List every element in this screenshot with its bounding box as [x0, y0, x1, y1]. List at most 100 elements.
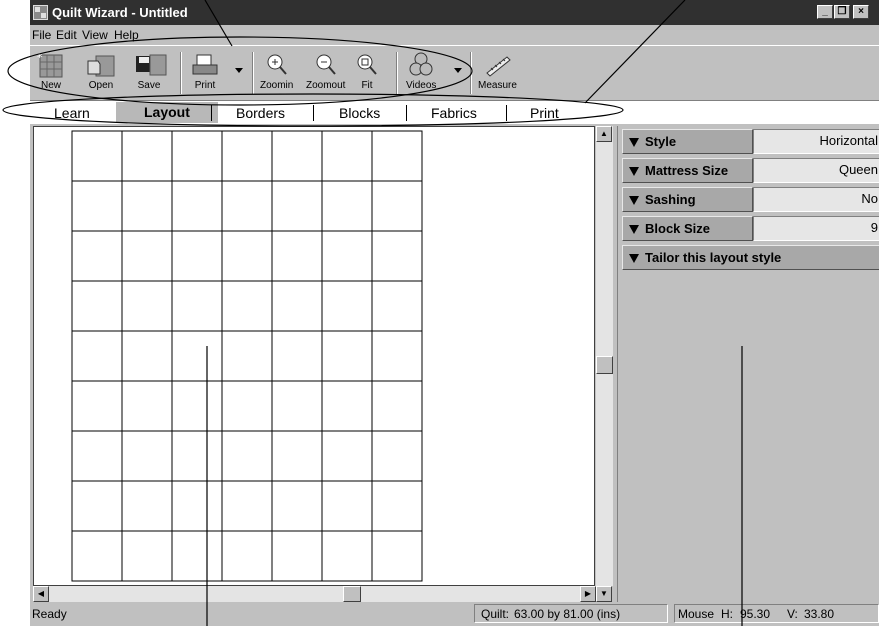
- quilt-block[interactable]: [371, 130, 423, 182]
- quilt-block[interactable]: [171, 280, 223, 332]
- quilt-block[interactable]: [121, 280, 173, 332]
- mattress-size-value[interactable]: Queen: [753, 158, 879, 183]
- quilt-block[interactable]: [121, 430, 173, 482]
- quilt-block[interactable]: [221, 480, 273, 532]
- quilt-block[interactable]: [221, 180, 273, 232]
- quilt-block[interactable]: [371, 330, 423, 382]
- property-mattress-size[interactable]: Mattress Size: [622, 158, 753, 183]
- quilt-block[interactable]: [321, 330, 373, 382]
- close-button[interactable]: ×: [853, 5, 869, 19]
- minimize-button[interactable]: _: [817, 5, 833, 19]
- quilt-block[interactable]: [221, 530, 273, 582]
- scroll-down-arrow-icon[interactable]: ▼: [596, 586, 612, 602]
- quilt-block[interactable]: [121, 330, 173, 382]
- quilt-block[interactable]: [71, 130, 123, 182]
- quilt-block[interactable]: [371, 230, 423, 282]
- quilt-block[interactable]: [271, 280, 323, 332]
- quilt-block[interactable]: [121, 380, 173, 432]
- quilt-block[interactable]: [171, 180, 223, 232]
- menu-file[interactable]: File: [32, 28, 51, 42]
- horizontal-scrollbar[interactable]: ◀ ▶: [33, 586, 596, 602]
- quilt-block[interactable]: [71, 430, 123, 482]
- quilt-block[interactable]: [221, 130, 273, 182]
- quilt-block[interactable]: [321, 130, 373, 182]
- quilt-block[interactable]: [321, 380, 373, 432]
- save-button[interactable]: Save: [134, 51, 167, 91]
- quilt-block[interactable]: [221, 280, 273, 332]
- quilt-block[interactable]: [171, 330, 223, 382]
- quilt-block[interactable]: [221, 230, 273, 282]
- quilt-block[interactable]: [71, 480, 123, 532]
- quilt-block[interactable]: [171, 430, 223, 482]
- tab-fabrics[interactable]: Fabrics: [431, 105, 477, 121]
- property-block-size[interactable]: Block Size: [622, 216, 753, 241]
- tab-layout[interactable]: Layout: [116, 102, 218, 123]
- videos-button[interactable]: Videos: [406, 51, 436, 91]
- quilt-block[interactable]: [221, 430, 273, 482]
- quilt-canvas[interactable]: [33, 126, 595, 586]
- videos-dropdown-arrow-icon[interactable]: [454, 68, 462, 73]
- quilt-block[interactable]: [121, 130, 173, 182]
- open-button[interactable]: Open: [86, 51, 116, 91]
- quilt-block[interactable]: [271, 530, 323, 582]
- style-value[interactable]: Horizontal: [753, 129, 879, 154]
- quilt-block[interactable]: [121, 230, 173, 282]
- tab-borders[interactable]: Borders: [236, 105, 285, 121]
- quilt-block[interactable]: [321, 280, 373, 332]
- zoomout-button[interactable]: Zoomout: [306, 51, 345, 91]
- tab-print[interactable]: Print: [530, 105, 559, 121]
- quilt-block[interactable]: [371, 430, 423, 482]
- quilt-block[interactable]: [271, 230, 323, 282]
- block-size-value[interactable]: 9: [753, 216, 879, 241]
- quilt-block[interactable]: [321, 230, 373, 282]
- menu-help[interactable]: Help: [114, 28, 139, 42]
- quilt-block[interactable]: [271, 180, 323, 232]
- print-dropdown-arrow-icon[interactable]: [235, 68, 243, 73]
- quilt-block[interactable]: [321, 530, 373, 582]
- quilt-block[interactable]: [121, 180, 173, 232]
- sashing-value[interactable]: No: [753, 187, 879, 212]
- property-style[interactable]: Style: [622, 129, 753, 154]
- quilt-block[interactable]: [71, 180, 123, 232]
- quilt-block[interactable]: [71, 280, 123, 332]
- menu-view[interactable]: View: [82, 28, 108, 42]
- menu-edit[interactable]: Edit: [56, 28, 77, 42]
- property-sashing[interactable]: Sashing: [622, 187, 753, 212]
- quilt-block[interactable]: [171, 130, 223, 182]
- quilt-block[interactable]: [221, 330, 273, 382]
- print-button[interactable]: Print: [190, 51, 220, 91]
- quilt-block[interactable]: [121, 480, 173, 532]
- restore-button[interactable]: ❐: [834, 5, 850, 19]
- quilt-block[interactable]: [271, 380, 323, 432]
- horizontal-scroll-thumb[interactable]: [343, 586, 361, 602]
- scroll-up-arrow-icon[interactable]: ▲: [596, 126, 612, 142]
- quilt-block[interactable]: [271, 330, 323, 382]
- quilt-block[interactable]: [121, 530, 173, 582]
- quilt-block[interactable]: [371, 380, 423, 432]
- scroll-left-arrow-icon[interactable]: ◀: [33, 586, 49, 602]
- quilt-block[interactable]: [71, 330, 123, 382]
- quilt-block[interactable]: [221, 380, 273, 432]
- fit-button[interactable]: Fit: [352, 51, 382, 91]
- quilt-block[interactable]: [321, 480, 373, 532]
- quilt-block[interactable]: [171, 230, 223, 282]
- quilt-block[interactable]: [171, 480, 223, 532]
- new-button[interactable]: * New: [36, 51, 66, 91]
- quilt-block[interactable]: [321, 180, 373, 232]
- quilt-block[interactable]: [71, 380, 123, 432]
- quilt-block[interactable]: [171, 530, 223, 582]
- measure-button[interactable]: Measure: [478, 51, 517, 91]
- quilt-block[interactable]: [71, 230, 123, 282]
- quilt-layout-grid[interactable]: [71, 130, 423, 582]
- tab-blocks[interactable]: Blocks: [339, 105, 380, 121]
- tab-learn[interactable]: Learn: [54, 105, 90, 121]
- quilt-block[interactable]: [271, 130, 323, 182]
- quilt-block[interactable]: [71, 530, 123, 582]
- quilt-block[interactable]: [371, 180, 423, 232]
- scroll-right-arrow-icon[interactable]: ▶: [580, 586, 596, 602]
- title-bar[interactable]: Quilt Wizard - Untitled _ ❐ ×: [30, 0, 879, 25]
- quilt-block[interactable]: [321, 430, 373, 482]
- quilt-block[interactable]: [371, 280, 423, 332]
- property-tailor-layout-style[interactable]: Tailor this layout style: [622, 245, 879, 270]
- zoomin-button[interactable]: Zoomin: [260, 51, 293, 91]
